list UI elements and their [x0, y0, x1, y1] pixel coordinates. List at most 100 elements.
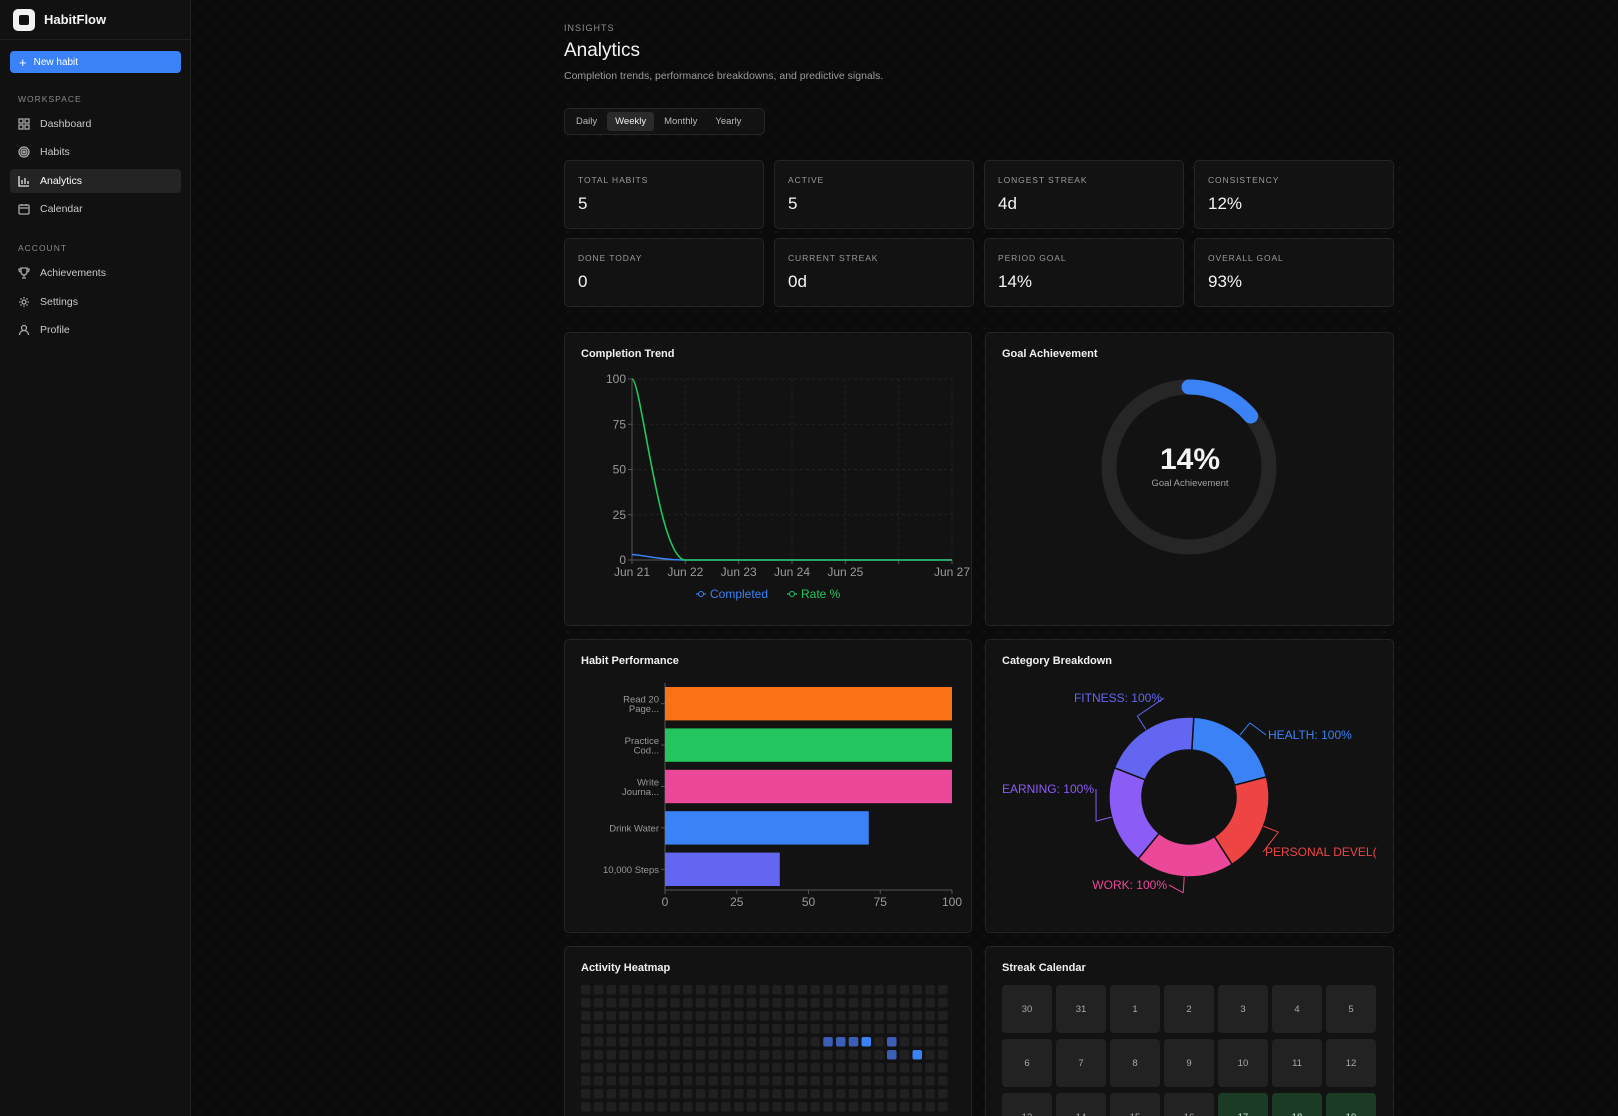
- sidebar-item-calendar[interactable]: Calendar: [10, 197, 181, 221]
- heatmap-cell: [797, 998, 808, 1008]
- calendar-day[interactable]: 10: [1218, 1039, 1268, 1087]
- heatmap-cell: [708, 985, 718, 995]
- heatmap-cell: [925, 1037, 935, 1047]
- heatmap-cell: [670, 1063, 680, 1073]
- calendar-day[interactable]: 18: [1272, 1093, 1322, 1116]
- tab-monthly[interactable]: Monthly: [656, 112, 705, 131]
- calendar-day[interactable]: 7: [1056, 1039, 1106, 1087]
- heatmap-cell: [887, 1089, 897, 1099]
- heatmap-cell: [861, 1024, 871, 1034]
- slice-label: EARNING: 100%: [1002, 782, 1094, 796]
- heatmap-cell: [657, 985, 667, 995]
- heatmap-cell: [759, 1024, 769, 1034]
- heatmap-cell: [708, 1076, 718, 1086]
- bar-4: [665, 852, 780, 886]
- calendar-day[interactable]: 11: [1272, 1039, 1322, 1087]
- heatmap-cell: [619, 1050, 629, 1060]
- heatmap-cell: [746, 1089, 757, 1099]
- calendar-day[interactable]: 30: [1002, 985, 1052, 1033]
- completion-trend-chart: 0255075100Jun 21 Jun 22 Jun 23 Jun 24 Jun 25…: [606, 372, 970, 601]
- stat-label: ACTIVE: [788, 175, 825, 185]
- sidebar-item-profile[interactable]: Profile: [10, 318, 181, 342]
- heatmap-cell: [823, 1102, 833, 1112]
- heatmap-cell: [632, 998, 642, 1008]
- heatmap-cell: [606, 998, 616, 1008]
- bar-category-label: Journa...: [622, 787, 659, 798]
- heatmap-cell: [836, 1050, 846, 1060]
- heatmap-cell: [721, 1089, 731, 1099]
- heatmap-cell: [606, 1050, 616, 1060]
- heatmap-cell: [887, 1102, 897, 1112]
- heatmap-cell: [746, 985, 757, 995]
- heatmap-cell: [925, 1011, 935, 1021]
- heatmap-cell: [721, 985, 731, 995]
- slice-leader: [1239, 722, 1251, 736]
- calendar-day[interactable]: 6: [1002, 1039, 1052, 1087]
- heatmap-cell: [797, 1011, 808, 1021]
- habit-performance-panel: Habit Performance Read 20 Page... Practice…: [564, 639, 972, 933]
- heatmap-cell: [861, 1063, 871, 1073]
- heatmap-cell: [938, 1050, 948, 1060]
- heatmap-cell: [874, 1063, 884, 1073]
- stat-card-overall-goal: OVERALL GOAL 93%: [1194, 238, 1394, 307]
- heatmap-cell: [874, 1089, 884, 1099]
- heatmap-cell: [721, 1050, 731, 1060]
- sidebar-item-settings[interactable]: Settings: [10, 290, 181, 314]
- calendar-day[interactable]: 12: [1326, 1039, 1376, 1087]
- goal-caption: Goal Achievement: [1151, 478, 1229, 489]
- heatmap-cell: [772, 1037, 782, 1047]
- calendar-day[interactable]: 9: [1164, 1039, 1214, 1087]
- calendar-day[interactable]: 17: [1218, 1093, 1268, 1116]
- heatmap-cell: [581, 1063, 591, 1073]
- heatmap-cell: [772, 1102, 782, 1112]
- tab-yearly[interactable]: Yearly: [707, 112, 749, 131]
- sidebar-item-label: Achievements: [40, 267, 106, 279]
- sidebar-item-analytics[interactable]: Analytics: [10, 169, 181, 193]
- heatmap-cell: [797, 985, 808, 995]
- slice-leader: [1263, 825, 1279, 833]
- new-habit-button[interactable]: + New habit: [10, 51, 181, 73]
- calendar-day[interactable]: 1: [1110, 985, 1160, 1033]
- sidebar-item-dashboard[interactable]: Dashboard: [10, 112, 181, 136]
- tab-daily[interactable]: Daily: [568, 112, 605, 131]
- heatmap-cell: [848, 1102, 859, 1112]
- heatmap-cell: [581, 1102, 591, 1112]
- slice-leader: [1249, 722, 1267, 736]
- heatmap-cell: [912, 1024, 922, 1034]
- calendar-day[interactable]: 13: [1002, 1093, 1052, 1116]
- tab-weekly[interactable]: Weekly: [607, 112, 655, 131]
- calendar-day[interactable]: 4: [1272, 985, 1322, 1033]
- sidebar-item-habits[interactable]: Habits: [10, 140, 181, 164]
- calendar-day[interactable]: 2: [1164, 985, 1214, 1033]
- heatmap-cell: [606, 1037, 616, 1047]
- brand[interactable]: HabitFlow: [0, 0, 190, 40]
- heatmap-cell: [925, 985, 935, 995]
- sidebar: HabitFlow + New habit WORKSPACE Dashboar…: [0, 0, 191, 1116]
- heatmap-cell: [874, 985, 884, 995]
- calendar-day[interactable]: 16: [1164, 1093, 1214, 1116]
- heatmap-cell: [581, 985, 591, 995]
- heatmap-cell: [823, 1063, 833, 1073]
- heatmap-cell: [938, 1076, 948, 1086]
- heatmap-cell: [899, 1050, 910, 1060]
- heatmap-cell: [606, 1102, 616, 1112]
- calendar-day[interactable]: 8: [1110, 1039, 1160, 1087]
- stat-label: LONGEST STREAK: [998, 175, 1088, 185]
- heatmap-cell: [912, 1089, 922, 1099]
- heatmap-cell: [938, 1024, 948, 1034]
- calendar-day[interactable]: 14: [1056, 1093, 1106, 1116]
- calendar-day[interactable]: 19: [1326, 1093, 1376, 1116]
- sidebar-item-achievements[interactable]: Achievements: [10, 261, 181, 285]
- heatmap-cell: [785, 1024, 795, 1034]
- heatmap-cell: [797, 1063, 808, 1073]
- stat-value: 5: [788, 194, 798, 213]
- calendar-day[interactable]: 3: [1218, 985, 1268, 1033]
- bar-1: [665, 728, 952, 762]
- slice-4: [1113, 716, 1195, 781]
- heatmap-cell: [899, 1076, 910, 1086]
- heatmap-cell: [632, 1076, 642, 1086]
- calendar-day[interactable]: 31: [1056, 985, 1106, 1033]
- heatmap-cell: [632, 1063, 642, 1073]
- calendar-day[interactable]: 5: [1326, 985, 1376, 1033]
- calendar-day[interactable]: 15: [1110, 1093, 1160, 1116]
